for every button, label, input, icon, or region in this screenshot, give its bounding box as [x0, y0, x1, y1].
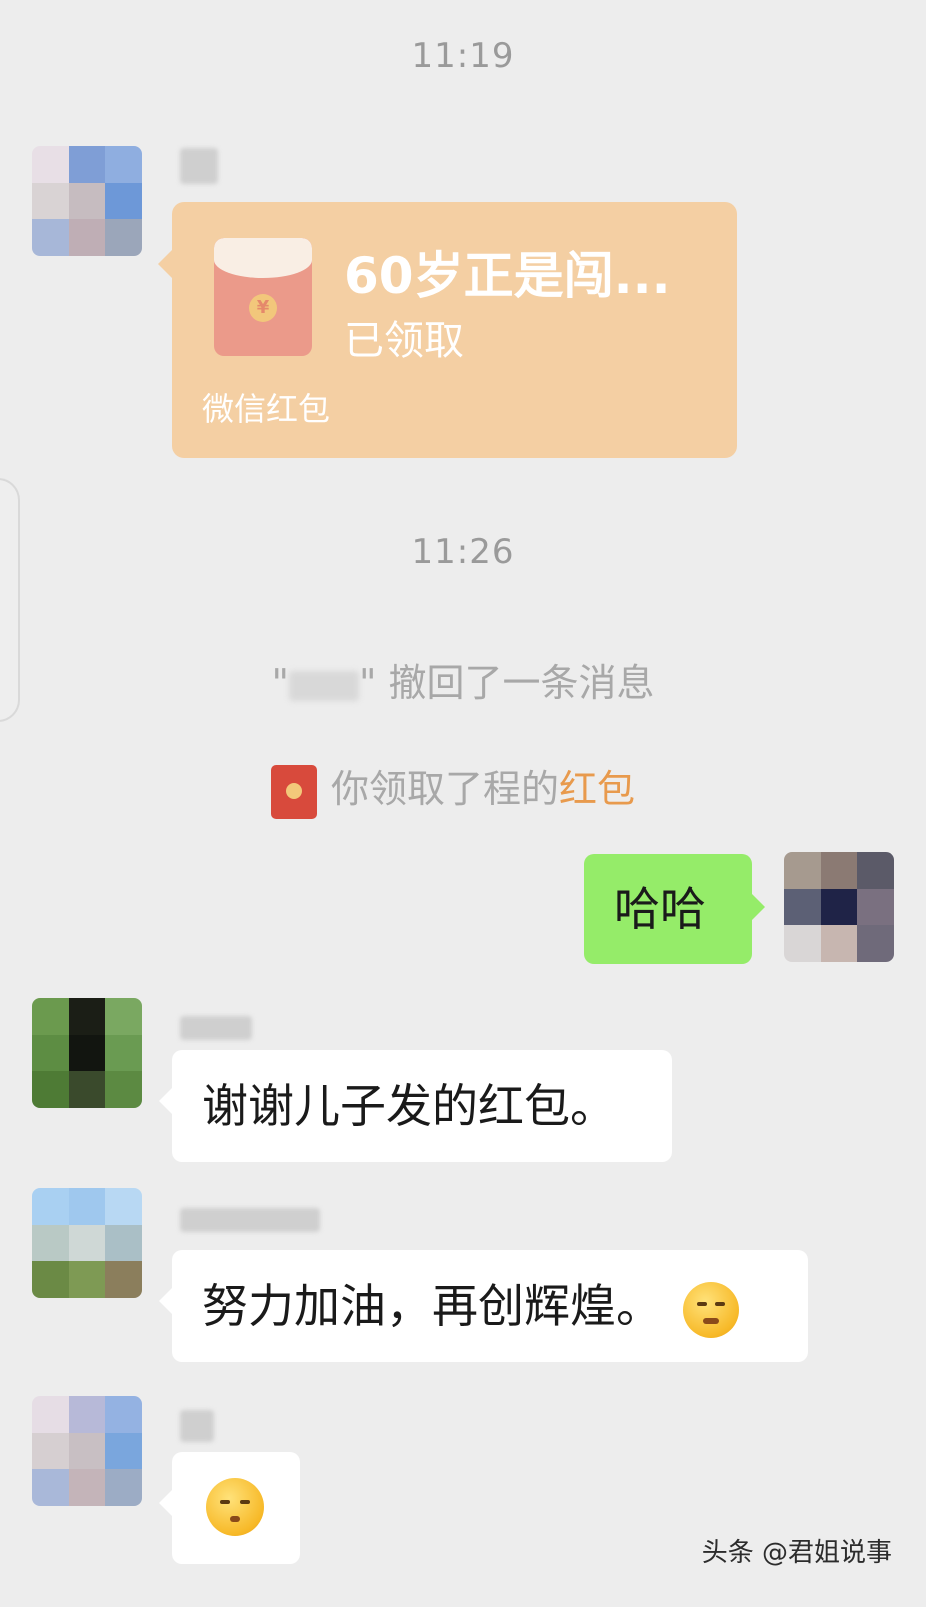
avatar[interactable]	[32, 998, 142, 1108]
avatar[interactable]	[32, 1396, 142, 1506]
received-text: 你领取了程的	[330, 767, 559, 811]
sender-name-blurred	[180, 1016, 252, 1040]
thinking-face-emoji	[682, 1281, 739, 1338]
red-packet-card[interactable]: ¥ 60岁正是闯... 已领取 微信红包	[158, 202, 737, 458]
recall-text: 撤回了一条消息	[388, 661, 655, 705]
red-envelope-icon: ¥	[214, 238, 312, 356]
message-bubble[interactable]: 谢谢儿子发的红包。	[159, 1050, 672, 1162]
red-packet-brand: 微信红包	[202, 390, 331, 428]
message-bubble[interactable]	[159, 1452, 300, 1564]
message-bubble[interactable]: 努力加油，再创辉煌。	[159, 1250, 808, 1362]
my-avatar[interactable]	[784, 852, 894, 962]
quote-close: "	[358, 661, 377, 705]
message-text: 哈哈	[614, 882, 706, 936]
received-red-packet-notice: 你领取了程的红包	[0, 758, 916, 819]
timestamp: 11:26	[411, 532, 515, 572]
red-packet-link[interactable]: 红包	[559, 767, 635, 811]
avatar[interactable]	[32, 146, 142, 256]
relieved-face-emoji	[206, 1478, 264, 1536]
quote-open: "	[271, 661, 289, 705]
sender-name-blurred	[180, 1208, 320, 1232]
my-message-bubble[interactable]: 哈哈	[584, 854, 765, 964]
sender-name-blurred	[180, 1410, 214, 1442]
avatar[interactable]	[32, 1188, 142, 1298]
timestamp: 11:19	[411, 36, 515, 76]
red-packet-icon	[270, 764, 317, 819]
recall-notice: " " 撤回了一条消息	[0, 652, 926, 707]
sender-name-blurred	[180, 148, 218, 184]
watermark: 头条 @君姐说事	[701, 1538, 892, 1568]
recaller-name-blurred	[288, 670, 359, 701]
message-text: 努力加油，再创辉煌。	[202, 1279, 662, 1333]
red-packet-title: 60岁正是闯...	[344, 247, 671, 305]
red-packet-status: 已领取	[344, 318, 464, 364]
message-text: 谢谢儿子发的红包。	[202, 1079, 616, 1133]
